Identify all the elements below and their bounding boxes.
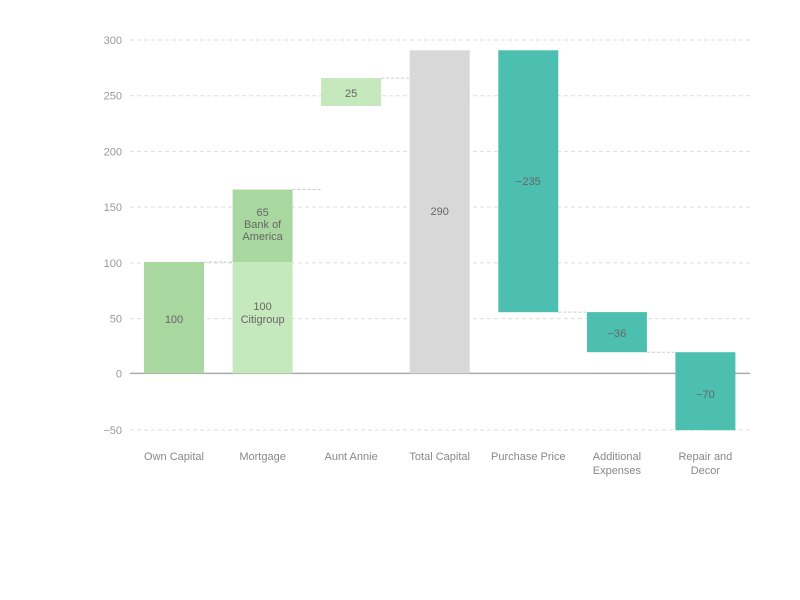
x-label-additional-expenses-2: Expenses — [593, 465, 642, 477]
y-label-200: 200 — [104, 146, 122, 158]
x-label-mortgage: Mortgage — [239, 451, 285, 463]
x-label-additional-expenses-1: Additional — [593, 451, 641, 463]
bar-label-bofa-3: America — [242, 231, 283, 243]
y-label-250: 250 — [104, 91, 122, 103]
y-label-150: 150 — [104, 202, 122, 214]
bar-label-total-capital: 290 — [431, 206, 449, 218]
bar-label-aunt-annie: 25 — [345, 88, 357, 100]
x-label-purchase-price: Purchase Price — [491, 451, 566, 463]
bar-label-purchase-price: −235 — [516, 176, 541, 188]
bar-label-bofa-2: Bank of — [244, 219, 282, 231]
bar-label-additional-expenses: −36 — [608, 328, 627, 340]
y-label-50: 50 — [110, 314, 122, 326]
bar-label-bofa-1: 65 — [256, 207, 268, 219]
y-label-neg50: −50 — [103, 425, 122, 437]
bar-label-own-capital: 100 — [165, 314, 183, 326]
y-label-0: 0 — [116, 368, 122, 380]
bar-label-repair-decor: −70 — [696, 389, 715, 401]
bar-label-citigroup-2: Citigroup — [241, 314, 285, 326]
y-label-300: 300 — [104, 35, 122, 47]
x-label-repair-decor-2: Decor — [691, 465, 721, 477]
x-label-own-capital: Own Capital — [144, 451, 204, 463]
bar-label-citigroup-1: 100 — [253, 301, 271, 313]
x-label-total-capital: Total Capital — [409, 451, 470, 463]
x-label-aunt-annie: Aunt Annie — [324, 451, 377, 463]
chart-container: 300 250 200 150 100 50 0 −50 100 100 Cit… — [0, 0, 800, 600]
x-label-repair-decor-1: Repair and — [678, 451, 732, 463]
y-label-100: 100 — [104, 258, 122, 270]
